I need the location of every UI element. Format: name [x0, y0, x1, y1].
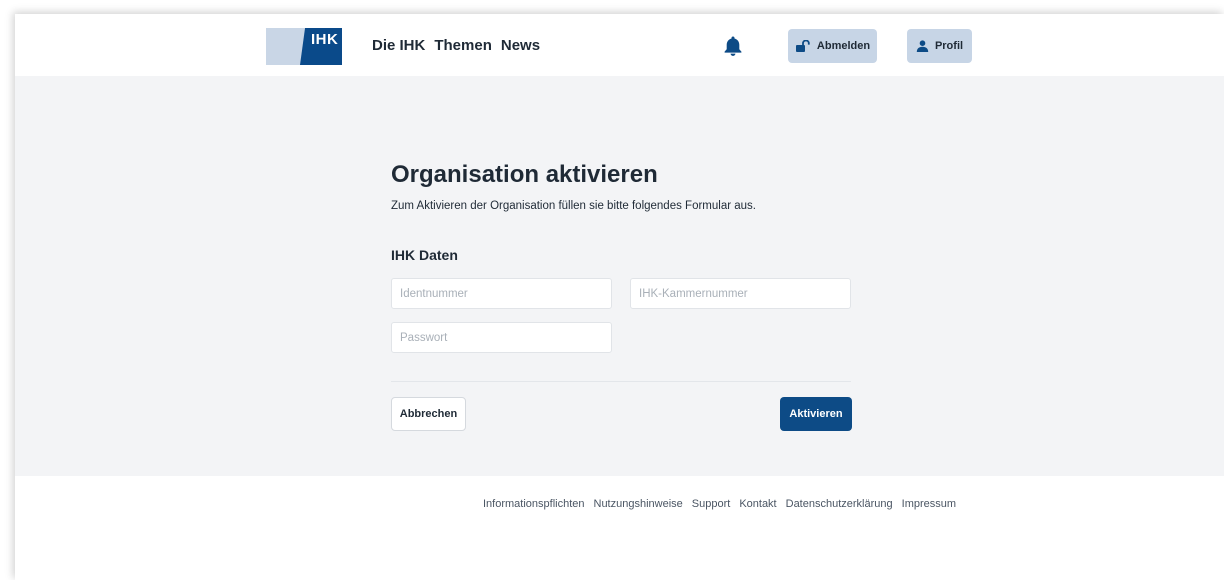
header: IHK Die IHK Themen News Abmelden Profil	[15, 14, 1224, 76]
user-icon	[916, 40, 929, 52]
nav-item-themen[interactable]: Themen	[434, 37, 492, 54]
logout-button[interactable]: Abmelden	[788, 29, 877, 63]
main-content: Organisation aktivieren Zum Aktivieren d…	[15, 76, 1224, 476]
page-title: Organisation aktivieren	[391, 161, 658, 188]
footer: Informationspflichten Nutzungshinweise S…	[15, 476, 1224, 580]
profile-button[interactable]: Profil	[907, 29, 972, 63]
ihk-logo[interactable]: IHK	[266, 28, 342, 65]
app-window: IHK Die IHK Themen News Abmelden Profil …	[15, 14, 1224, 580]
nav-item-news[interactable]: News	[501, 37, 540, 54]
logo-text: IHK	[311, 31, 339, 48]
footer-links: Informationspflichten Nutzungshinweise S…	[483, 498, 956, 510]
bell-icon[interactable]	[723, 35, 743, 57]
logout-label: Abmelden	[816, 40, 871, 52]
footer-link-kontakt[interactable]: Kontakt	[739, 498, 776, 510]
footer-link-nutzungshinweise[interactable]: Nutzungshinweise	[594, 498, 683, 510]
footer-link-impressum[interactable]: Impressum	[902, 498, 956, 510]
footer-link-informationspflichten[interactable]: Informationspflichten	[483, 498, 585, 510]
footer-link-support[interactable]: Support	[692, 498, 731, 510]
unlock-icon	[795, 40, 810, 52]
activate-button[interactable]: Aktivieren	[780, 397, 852, 431]
profile-label: Profil	[934, 40, 964, 52]
kammernummer-input[interactable]	[630, 278, 851, 309]
cancel-button[interactable]: Abbrechen	[391, 397, 466, 431]
nav-item-die-ihk[interactable]: Die IHK	[372, 37, 425, 54]
main-nav: Die IHK Themen News	[372, 37, 540, 54]
section-title-ihk-daten: IHK Daten	[391, 247, 458, 263]
form-divider	[391, 381, 851, 382]
footer-link-datenschutz[interactable]: Datenschutzerklärung	[786, 498, 893, 510]
password-input[interactable]	[391, 322, 612, 353]
intro-text: Zum Aktivieren der Organisation füllen s…	[391, 200, 756, 212]
identnummer-input[interactable]	[391, 278, 612, 309]
